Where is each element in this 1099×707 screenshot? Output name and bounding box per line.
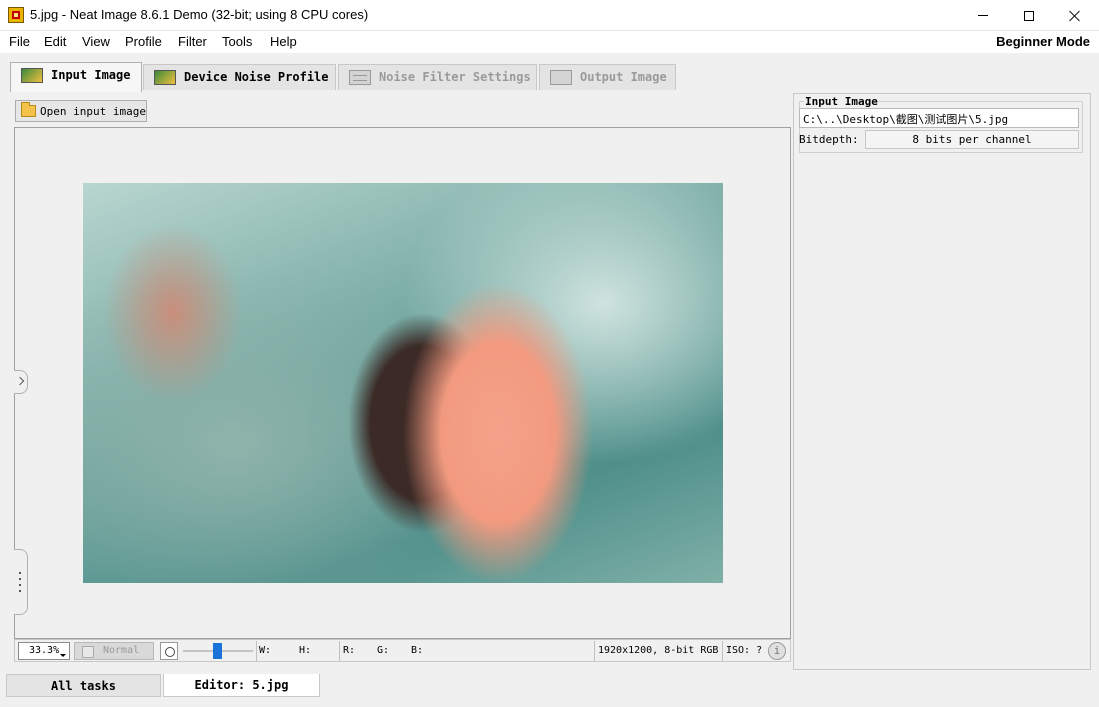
iso-value: ISO: ? — [726, 645, 763, 656]
image-status-bar: 33.3% Normal W: H: R: G: B: 1920x1200, 8… — [14, 639, 791, 662]
tab-input-image[interactable]: Input Image — [10, 62, 142, 92]
open-input-image-button[interactable]: Open input image — [15, 100, 147, 122]
brightness-slider-thumb[interactable] — [213, 643, 222, 659]
tab-output-image[interactable]: Output Image — [539, 64, 676, 90]
separator — [256, 641, 257, 661]
green-label: G: — [377, 645, 390, 656]
task-tabs: All tasks Editor: 5.jpg — [0, 670, 1099, 707]
menu-profile[interactable]: Profile — [125, 34, 162, 49]
separator — [594, 641, 595, 661]
input-photo[interactable] — [83, 183, 723, 583]
tab-all-tasks[interactable]: All tasks — [6, 674, 161, 697]
separator — [339, 641, 340, 661]
window-title: 5.jpg - Neat Image 8.6.1 Demo (32-bit; u… — [30, 7, 369, 22]
separator — [722, 641, 723, 661]
filter-settings-icon — [349, 70, 371, 85]
width-label: W: — [259, 645, 272, 656]
blue-label: B: — [411, 645, 424, 656]
menu-view[interactable]: View — [82, 34, 110, 49]
grip-icon — [19, 572, 21, 574]
file-path-field[interactable]: C:\..\Desktop\截图\测试图片\5.jpg — [799, 108, 1079, 128]
folder-icon — [21, 102, 36, 117]
tab-label: Input Image — [51, 68, 131, 82]
menu-tools[interactable]: Tools — [222, 34, 252, 49]
output-image-icon — [550, 70, 572, 85]
expand-panel-handle[interactable] — [14, 370, 28, 394]
maximize-icon — [1024, 10, 1034, 21]
title-bar: 5.jpg - Neat Image 8.6.1 Demo (32-bit; u… — [0, 0, 1099, 31]
input-image-icon — [21, 68, 43, 83]
mode-indicator[interactable]: Beginner Mode — [996, 34, 1090, 49]
open-button-label: Open input image — [40, 105, 146, 118]
app-icon — [8, 7, 24, 23]
height-label: H: — [299, 645, 312, 656]
tab-device-noise-profile[interactable]: Device Noise Profile — [143, 64, 336, 90]
panel-title: Input Image — [804, 95, 879, 108]
menu-filter[interactable]: Filter — [178, 34, 207, 49]
menu-bar: File Edit View Profile Filter Tools Help… — [0, 31, 1099, 53]
info-icon[interactable]: i — [768, 642, 786, 660]
minimize-icon — [978, 15, 988, 16]
input-image-panel: Input Image C:\..\Desktop\截图\测试图片\5.jpg … — [793, 93, 1091, 670]
minimize-button[interactable] — [960, 0, 1006, 31]
tab-label: Output Image — [580, 70, 667, 84]
brightness-icon[interactable] — [160, 642, 178, 660]
red-label: R: — [343, 645, 356, 656]
tab-strip: Input Image Device Noise Profile Noise F… — [0, 53, 1099, 93]
resize-grip-handle[interactable] — [14, 549, 28, 615]
tab-label: Noise Filter Settings — [379, 70, 531, 84]
close-icon — [1069, 10, 1081, 22]
image-info: 1920x1200, 8-bit RGB — [598, 645, 719, 656]
close-button[interactable] — [1052, 0, 1098, 31]
tab-noise-filter-settings[interactable]: Noise Filter Settings — [338, 64, 537, 90]
menu-edit[interactable]: Edit — [44, 34, 66, 49]
tab-editor[interactable]: Editor: 5.jpg — [163, 674, 320, 697]
maximize-button[interactable] — [1006, 0, 1052, 31]
menu-help[interactable]: Help — [270, 34, 297, 49]
tab-label: Device Noise Profile — [184, 70, 329, 84]
zoom-dropdown[interactable]: 33.3% — [18, 642, 70, 660]
bitdepth-label: Bitdepth: — [799, 133, 859, 146]
noise-profile-icon — [154, 70, 176, 85]
menu-file[interactable]: File — [9, 34, 30, 49]
bitdepth-value: 8 bits per channel — [865, 130, 1079, 149]
view-mode-dropdown[interactable]: Normal — [74, 642, 154, 660]
chevron-right-icon — [15, 376, 25, 386]
